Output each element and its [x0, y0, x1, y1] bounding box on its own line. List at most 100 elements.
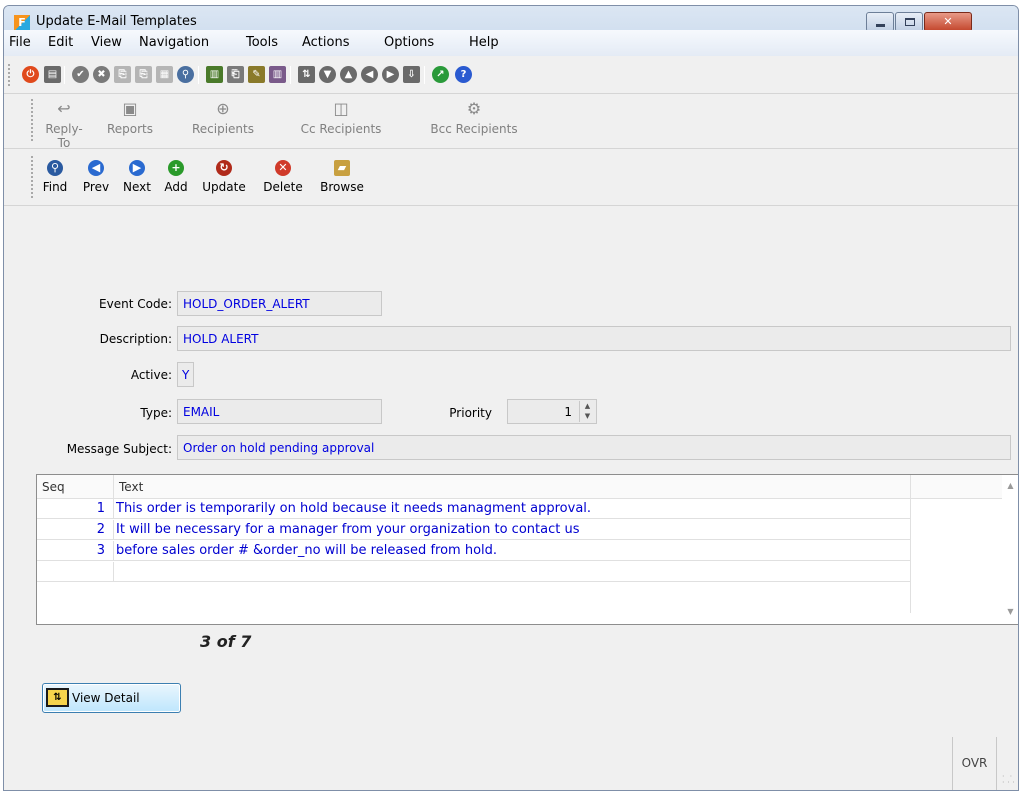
main-window: F Update E-Mail Templates ✕ File Edit Vi…	[3, 5, 1019, 791]
reply-to-label: Reply-To	[45, 122, 83, 150]
update-button[interactable]: ↻ Update	[196, 160, 252, 194]
delete-button[interactable]: ✕ Delete	[256, 160, 310, 194]
event-code-field[interactable]: HOLD_ORDER_ALERT	[177, 291, 382, 316]
power-icon[interactable]: ⏻	[22, 66, 39, 83]
close-button[interactable]: ✕	[924, 12, 972, 32]
grid-row[interactable]: 1 This order is temporarily on hold beca…	[37, 499, 910, 519]
close-icon: ✕	[943, 15, 953, 28]
grid-header: Seq Text	[37, 475, 1003, 499]
reports-button[interactable]: ▣ Reports	[104, 99, 156, 136]
view-detail-button[interactable]: ⇅ View Detail	[42, 683, 181, 713]
toolbar-separator	[424, 66, 425, 84]
menu-file[interactable]: File	[9, 35, 31, 50]
message-text-grid: Seq Text 1 This order is temporarily on …	[36, 474, 1018, 625]
window-title: Update E-Mail Templates	[36, 14, 197, 29]
scroll-up-icon[interactable]: ▲	[1002, 481, 1018, 490]
chart-icon[interactable]: ↗	[432, 66, 449, 83]
priority-spinner[interactable]: 1 ▲ ▼	[507, 399, 597, 424]
prev-record-icon[interactable]: ◀	[361, 66, 378, 83]
active-field[interactable]: Y	[177, 362, 194, 387]
event-code-label: Event Code:	[99, 297, 172, 311]
approve-icon[interactable]: ✔	[72, 66, 89, 83]
delete-label: Delete	[263, 180, 303, 194]
grid-header-text[interactable]: Text	[119, 480, 143, 494]
view-detail-icon: ⇅	[46, 688, 69, 707]
toolbar-separator	[198, 66, 199, 84]
help-icon[interactable]: ?	[455, 66, 472, 83]
prev-button[interactable]: ◀ Prev	[79, 160, 113, 194]
next-record-icon[interactable]: ▶	[382, 66, 399, 83]
grid-cell-text[interactable]: This order is temporarily on hold becaus…	[116, 501, 591, 516]
reply-to-button[interactable]: ↩ Reply-To	[40, 99, 88, 150]
find-button[interactable]: ⚲ Find	[40, 160, 70, 194]
add-button[interactable]: + Add	[161, 160, 191, 194]
recipients-label: Recipients	[191, 122, 254, 136]
spinner-down-icon[interactable]: ▼	[580, 411, 595, 421]
paste-icon[interactable]: ⎘	[135, 66, 152, 83]
resize-grip[interactable]: · · · · ·	[1002, 773, 1016, 788]
grid-header-seq[interactable]: Seq	[42, 480, 65, 494]
add-label: Add	[164, 180, 188, 194]
grid-cell-seq[interactable]: 1	[37, 501, 109, 516]
attach-icon[interactable]: ⎗	[227, 66, 244, 83]
menu-actions[interactable]: Actions	[302, 35, 350, 50]
grid-vertical-scrollbar[interactable]: ▲ ▼	[1002, 475, 1018, 624]
toolbar-grip[interactable]	[31, 99, 33, 141]
find-icon: ⚲	[47, 160, 63, 176]
spinner-up-icon[interactable]: ▲	[580, 401, 595, 411]
grid-row[interactable]: 3 before sales order # &order_no will be…	[37, 541, 910, 561]
recipients-button[interactable]: ⊕ Recipients	[181, 99, 265, 136]
grid-cell-seq[interactable]: 3	[37, 543, 109, 558]
scroll-down-icon[interactable]: ▼	[1002, 607, 1018, 616]
grid-row[interactable]: 2 It will be necessary for a manager fro…	[37, 520, 910, 540]
grid-cell-text[interactable]: before sales order # &order_no will be r…	[116, 543, 497, 558]
note-icon[interactable]: ✎	[248, 66, 265, 83]
cc-recipients-button[interactable]: ◫ Cc Recipients	[282, 99, 400, 136]
message-subject-field[interactable]: Order on hold pending approval	[177, 435, 1011, 460]
menu-view[interactable]: View	[91, 35, 122, 50]
bcc-recipients-icon: ⚙	[466, 99, 482, 118]
bcc-recipients-button[interactable]: ⚙ Bcc Recipients	[415, 99, 533, 136]
toolbar-separator	[64, 66, 65, 84]
up-icon[interactable]: ▲	[340, 66, 357, 83]
prev-label: Prev	[82, 180, 110, 194]
calendar-icon[interactable]: ▥	[206, 66, 223, 83]
copy-icon[interactable]: ⎘	[114, 66, 131, 83]
select-icon[interactable]: ▦	[156, 66, 173, 83]
toolbar-grip[interactable]	[8, 64, 10, 86]
browse-button[interactable]: ▰ Browse	[314, 160, 370, 194]
zoom-icon[interactable]: ⚲	[177, 66, 194, 83]
add-icon: +	[168, 160, 184, 176]
priority-spinner-arrows[interactable]: ▲ ▼	[579, 401, 595, 422]
maximize-button[interactable]	[895, 12, 923, 32]
minimize-button[interactable]	[866, 12, 894, 32]
bcc-recipients-label: Bcc Recipients	[430, 122, 518, 136]
cancel-icon[interactable]: ✖	[93, 66, 110, 83]
delete-icon: ✕	[275, 160, 291, 176]
browse-icon: ▰	[334, 160, 350, 176]
down-icon[interactable]: ▼	[319, 66, 336, 83]
grid-row-empty[interactable]	[37, 562, 910, 582]
recipients-toolbar: ↩ Reply-To ▣ Reports ⊕ Recipients ◫ Cc R…	[4, 95, 1018, 150]
import-icon[interactable]: ⇅	[298, 66, 315, 83]
menu-help[interactable]: Help	[469, 35, 499, 50]
next-button[interactable]: ▶ Next	[118, 160, 156, 194]
reports-icon: ▣	[122, 99, 138, 118]
update-label: Update	[202, 180, 246, 194]
save-icon[interactable]: ▤	[44, 66, 61, 83]
toolbar-grip[interactable]	[31, 156, 33, 198]
menu-tools[interactable]: Tools	[246, 35, 278, 50]
description-field[interactable]: HOLD ALERT	[177, 326, 1011, 351]
menu-navigation[interactable]: Navigation	[139, 35, 209, 50]
menu-edit[interactable]: Edit	[48, 35, 73, 50]
type-field[interactable]: EMAIL	[177, 399, 382, 424]
menu-options[interactable]: Options	[384, 35, 434, 50]
cc-recipients-icon: ◫	[333, 99, 349, 118]
grid-cell-text[interactable]: It will be necessary for a manager from …	[116, 522, 579, 537]
export-icon[interactable]: ⇩	[403, 66, 420, 83]
description-label: Description:	[99, 332, 172, 346]
grid-cell-seq[interactable]: 2	[37, 522, 109, 537]
recipients-icon: ⊕	[216, 99, 230, 118]
navigation-toolbar: ⚲ Find ◀ Prev ▶ Next + Add ↻ Update ✕ De…	[4, 150, 1018, 206]
calendar-check-icon[interactable]: ▥	[269, 66, 286, 83]
